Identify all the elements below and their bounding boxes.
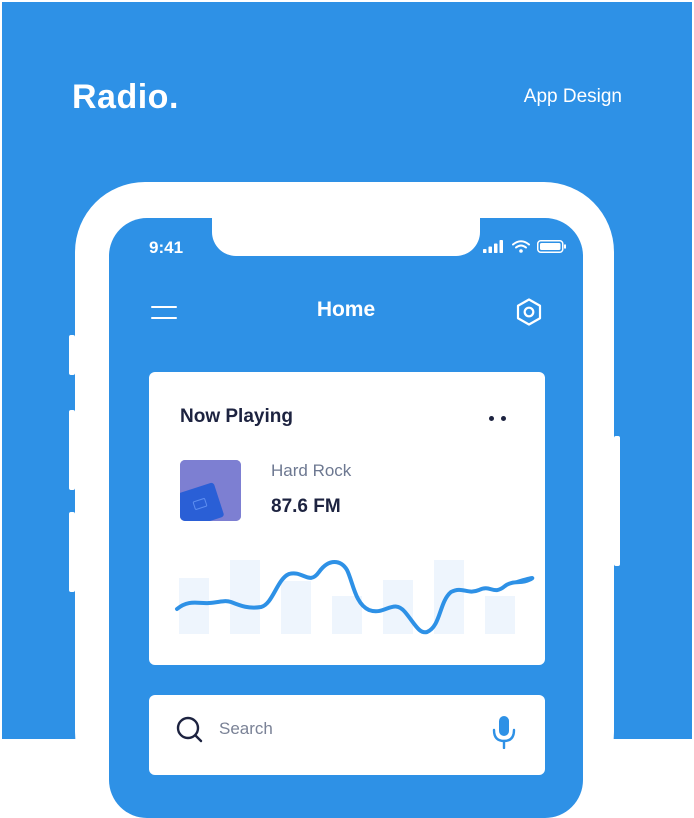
brand-title: Radio. bbox=[72, 78, 179, 116]
phone-screen: 9:41 Home Now Playing Hard Rock 87.6 FM … bbox=[109, 218, 583, 818]
now-playing-card[interactable]: Now Playing Hard Rock 87.6 FM bbox=[149, 372, 545, 665]
phone-notch bbox=[212, 218, 480, 256]
microphone-icon[interactable] bbox=[491, 715, 517, 749]
signal-icon bbox=[483, 240, 503, 253]
search-bar[interactable] bbox=[149, 695, 545, 775]
station-genre: Hard Rock bbox=[271, 461, 352, 480]
now-playing-title: Now Playing bbox=[180, 406, 293, 427]
more-dots-icon[interactable] bbox=[487, 414, 511, 424]
station-frequency: 87.6 FM bbox=[271, 496, 341, 517]
album-cover-image[interactable] bbox=[180, 460, 241, 521]
settings-icon[interactable] bbox=[514, 297, 544, 327]
status-icons bbox=[483, 240, 567, 253]
wifi-icon bbox=[512, 240, 530, 253]
audio-waveform bbox=[175, 560, 535, 635]
brand-tagline: App Design bbox=[523, 86, 622, 107]
battery-icon bbox=[537, 240, 566, 253]
status-time: 9:41 bbox=[149, 238, 184, 257]
album-cover-art bbox=[180, 460, 241, 521]
page-title: Home bbox=[316, 298, 376, 321]
phone-power-button bbox=[614, 436, 620, 566]
search-input[interactable] bbox=[219, 719, 459, 739]
nav-bar: Home bbox=[109, 294, 583, 330]
